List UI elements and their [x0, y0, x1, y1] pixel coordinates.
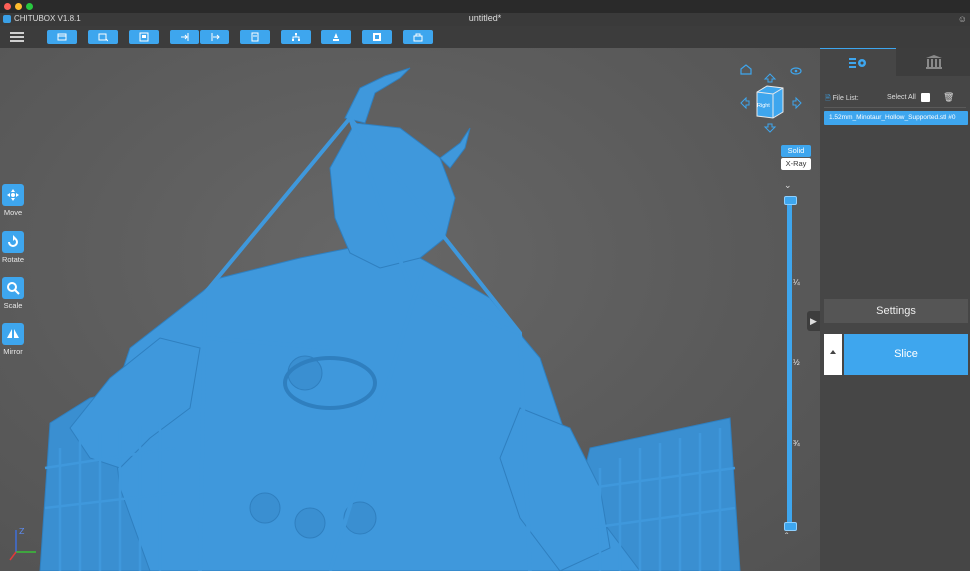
panel-tabbar — [820, 48, 970, 77]
slider-half-label: ½ — [793, 358, 800, 367]
report-button[interactable] — [240, 30, 270, 44]
file-list-item[interactable]: 1.52mm_Minotaur_Hollow_Supported.stl #0 — [824, 111, 968, 125]
layer-slider-top-handle[interactable] — [784, 196, 797, 205]
open-recent-icon — [98, 33, 108, 42]
mirror-icon[interactable] — [2, 323, 24, 345]
settings-button[interactable]: Settings — [824, 299, 968, 323]
move-tool[interactable]: Move — [0, 184, 26, 217]
solid-view-button[interactable]: Solid — [781, 145, 811, 157]
open-file-icon — [57, 33, 67, 41]
building-icon — [925, 55, 942, 69]
view-cube-face-label: Right — [757, 103, 770, 109]
tab-platform[interactable] — [897, 48, 970, 76]
mirror-label: Mirror — [3, 347, 23, 356]
print-button[interactable] — [403, 30, 433, 44]
list-gear-icon — [849, 58, 866, 68]
layer-slider-track[interactable] — [787, 200, 792, 526]
user-icon[interactable]: ☺ — [958, 14, 967, 24]
select-all-label: Select All — [887, 94, 916, 101]
open-file-button[interactable] — [47, 30, 77, 44]
slice-options-dropdown[interactable] — [824, 334, 842, 375]
xray-view-button[interactable]: X-Ray — [781, 158, 811, 170]
save-button[interactable] — [129, 30, 159, 44]
hollow-button[interactable] — [362, 30, 392, 44]
scale-icon[interactable] — [2, 277, 24, 299]
arrow-up-icon[interactable] — [763, 73, 777, 83]
maximize-window-button[interactable] — [26, 3, 33, 10]
network-button[interactable] — [281, 30, 311, 44]
axis-triad: Z — [9, 527, 36, 561]
file-icon: 🗎 — [825, 95, 831, 102]
open-recent-button[interactable] — [88, 30, 118, 44]
rotate-label: Rotate — [1, 255, 25, 264]
main-toolbar — [0, 26, 970, 49]
home-view-icon[interactable] — [740, 64, 752, 75]
rotate-tool[interactable]: Rotate — [0, 231, 26, 264]
right-panel: 🗎 File List: Select All 🗑 1.52mm_Minotau… — [820, 48, 970, 571]
trash-icon[interactable]: 🗑 — [943, 92, 954, 103]
svg-text:Z: Z — [19, 527, 25, 536]
export-icon — [211, 33, 220, 41]
move-icon[interactable] — [2, 184, 24, 206]
hamburger-menu-icon[interactable] — [10, 30, 24, 44]
close-window-button[interactable] — [4, 3, 11, 10]
slider-up-chevron-icon[interactable]: ˆ — [785, 532, 788, 543]
support-icon — [333, 33, 339, 41]
caret-up-icon — [830, 350, 836, 354]
mirror-tool[interactable]: Mirror — [0, 323, 26, 356]
arrow-right-icon[interactable] — [792, 96, 802, 110]
hollow-icon — [373, 33, 381, 41]
network-icon — [292, 33, 300, 41]
minimize-window-button[interactable] — [15, 3, 22, 10]
import-icon — [180, 33, 188, 41]
select-all-checkbox[interactable] — [921, 93, 930, 102]
file-list-header: 🗎 File List: Select All 🗑 — [825, 92, 965, 105]
report-icon — [251, 32, 259, 42]
print-icon — [413, 33, 423, 42]
slider-down-chevron-icon[interactable]: ⌄ — [784, 180, 792, 191]
document-title: untitled* — [468, 13, 502, 23]
panel-collapse-button[interactable]: ▶ — [807, 311, 820, 331]
export-button[interactable] — [200, 30, 229, 44]
3d-viewport[interactable]: Z Move Rotate Scale Mirror Right Solid X… — [0, 48, 820, 571]
rotate-icon[interactable] — [2, 231, 24, 253]
import-button[interactable] — [170, 30, 199, 44]
minotaur-model[interactable]: Z — [0, 48, 820, 571]
arrow-left-icon[interactable] — [740, 96, 750, 110]
window-titlebar — [0, 0, 970, 13]
arrow-down-icon[interactable] — [763, 123, 777, 133]
slice-button[interactable]: Slice — [844, 334, 968, 375]
file-list-label: File List: — [832, 95, 859, 102]
app-bar: CHITUBOX V1.8.1 untitled* ☺ — [0, 13, 970, 26]
move-label: Move — [3, 208, 23, 217]
save-icon — [139, 32, 149, 42]
slider-quarter-label: ¼ — [793, 278, 800, 287]
scale-label: Scale — [3, 301, 23, 310]
view-cube-navigator[interactable] — [735, 62, 810, 142]
slider-three-quarter-label: ¾ — [793, 439, 800, 448]
scale-tool[interactable]: Scale — [0, 277, 26, 310]
layer-slider-bottom-handle[interactable] — [784, 522, 797, 531]
tab-model-settings[interactable] — [820, 48, 896, 77]
support-button[interactable] — [321, 30, 351, 44]
